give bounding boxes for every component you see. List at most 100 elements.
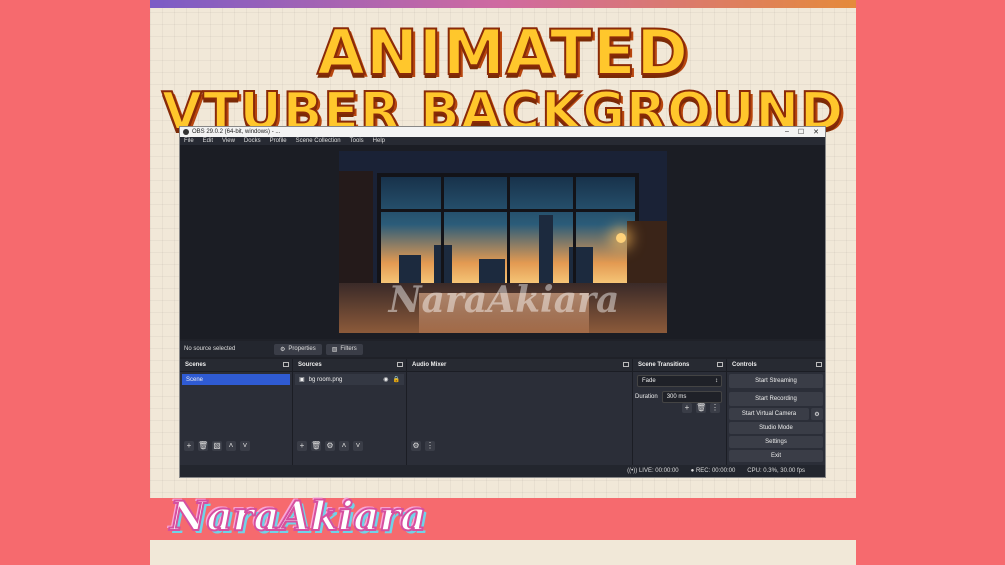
- popout-icon[interactable]: [283, 362, 289, 367]
- start-recording-button[interactable]: Start Recording: [729, 392, 823, 406]
- trash-icon[interactable]: 🗑: [311, 441, 321, 451]
- sources-title: Sources: [298, 362, 322, 368]
- virtual-camera-settings-icon[interactable]: ⚙: [811, 408, 823, 420]
- menu-scene-collection[interactable]: Scene Collection: [296, 138, 341, 144]
- move-up-icon[interactable]: ˄: [339, 441, 349, 451]
- context-bar: No source selected ⚙ Properties ▧ Filter…: [180, 341, 825, 357]
- window-frame: [573, 173, 576, 287]
- close-button[interactable]: ✕: [813, 128, 819, 136]
- gradient-top-bar: [150, 0, 856, 8]
- popout-icon[interactable]: [623, 362, 629, 367]
- obs-window: OBS 29.0.2 (64-bit, windows) - ... – ☐ ✕…: [179, 126, 826, 478]
- maximize-button[interactable]: ☐: [798, 128, 804, 136]
- exit-button[interactable]: Exit: [729, 450, 823, 462]
- filter-icon: ▧: [331, 346, 338, 353]
- bookshelf-left: [339, 171, 373, 291]
- gear-icon[interactable]: ⚙: [325, 441, 335, 451]
- obs-logo-icon: [183, 129, 189, 135]
- preview-canvas[interactable]: NaraAkiara: [180, 145, 825, 339]
- menu-profile[interactable]: Profile: [270, 138, 287, 144]
- scene-item[interactable]: Scene: [182, 374, 290, 385]
- settings-button[interactable]: Settings: [729, 436, 823, 448]
- title-bar: OBS 29.0.2 (64-bit, windows) - ... – ☐ ✕: [180, 127, 825, 137]
- more-options-icon[interactable]: ⋮: [710, 403, 720, 413]
- scene-transitions-title: Scene Transitions: [638, 362, 690, 368]
- menu-help[interactable]: Help: [373, 138, 385, 144]
- studio-mode-button[interactable]: Studio Mode: [729, 422, 823, 434]
- move-down-icon[interactable]: ˅: [240, 441, 250, 451]
- controls-title: Controls: [732, 362, 757, 368]
- audio-mixer-dock: Audio Mixer ⚙ ⋮: [407, 359, 633, 465]
- window-title: OBS 29.0.2 (64-bit, windows) - ...: [192, 129, 281, 135]
- menu-bar: File Edit View Docks Profile Scene Colle…: [180, 137, 825, 145]
- move-up-icon[interactable]: ˄: [226, 441, 236, 451]
- lock-icon[interactable]: 🔒: [393, 376, 400, 383]
- rec-time: REC: 00:00:00: [695, 468, 736, 474]
- sources-dock-header: Sources: [293, 359, 406, 372]
- minimize-button[interactable]: –: [785, 128, 789, 136]
- filters-button[interactable]: ▧ Filters: [325, 343, 363, 355]
- watermark: NaraAkiara: [388, 279, 620, 321]
- rec-status: ● REC: 00:00:00: [691, 468, 736, 474]
- duration-value: 300 ms: [666, 394, 687, 400]
- filter-icon[interactable]: ▧: [212, 441, 222, 451]
- source-item[interactable]: ▣ bg room.png ◉ 🔒: [295, 374, 404, 385]
- audio-mixer-title: Audio Mixer: [412, 362, 447, 368]
- chevron-updown-icon: ↕: [715, 378, 718, 384]
- filters-label: Filters: [340, 346, 357, 352]
- duration-row: Duration 300 ms: [635, 391, 722, 403]
- properties-label: Properties: [288, 346, 316, 352]
- image-icon: ▣: [299, 377, 305, 383]
- properties-button[interactable]: ⚙ Properties: [274, 343, 322, 355]
- window-frame: [377, 173, 381, 287]
- window-controls: – ☐ ✕: [785, 128, 825, 136]
- live-status: ((•)) LIVE: 00:00:00: [627, 468, 678, 474]
- duration-label: Duration: [635, 394, 658, 400]
- trash-icon[interactable]: 🗑: [696, 403, 706, 413]
- audio-mixer-header: Audio Mixer: [407, 359, 632, 372]
- dock-area: Scenes Scene + 🗑 ▧ ˄ ˅ Sources ▣ bg room…: [180, 359, 825, 465]
- audio-settings-icon[interactable]: ⚙: [411, 441, 421, 451]
- add-scene-button[interactable]: +: [184, 441, 194, 451]
- scenes-toolbar: + 🗑 ▧ ˄ ˅: [184, 441, 250, 451]
- menu-tools[interactable]: Tools: [350, 138, 364, 144]
- sources-dock: Sources ▣ bg room.png ◉ 🔒 + 🗑 ⚙ ˄ ˅: [293, 359, 407, 465]
- menu-view[interactable]: View: [222, 138, 235, 144]
- broadcast-icon: ((•)): [627, 468, 638, 474]
- bottom-strip: [150, 540, 856, 565]
- brand-logo: NaraAkiara: [169, 492, 427, 541]
- transition-select-value: Fade: [642, 378, 656, 384]
- scenes-dock: Scenes Scene + 🗑 ▧ ˄ ˅: [180, 359, 293, 465]
- window-frame: [507, 173, 510, 287]
- add-transition-button[interactable]: +: [682, 403, 692, 413]
- move-down-icon[interactable]: ˅: [353, 441, 363, 451]
- desk-lamp: [616, 233, 626, 243]
- controls-dock: Controls Start Streaming Start Recording…: [727, 359, 825, 465]
- sources-toolbar: + 🗑 ⚙ ˄ ˅: [297, 441, 363, 451]
- trash-icon[interactable]: 🗑: [198, 441, 208, 451]
- popout-icon[interactable]: [717, 362, 723, 367]
- transition-select[interactable]: Fade ↕: [637, 375, 722, 387]
- gear-icon: ⚙: [280, 346, 286, 353]
- menu-file[interactable]: File: [184, 138, 194, 144]
- headline-line-1: ANIMATED: [316, 16, 689, 89]
- menu-edit[interactable]: Edit: [203, 138, 213, 144]
- scene-transitions-dock: Scene Transitions Fade ↕ Duration 300 ms…: [633, 359, 727, 465]
- cpu-status: CPU: 0.3%, 30.00 fps: [747, 468, 805, 474]
- window-frame: [441, 173, 444, 287]
- popout-icon[interactable]: [397, 362, 403, 367]
- scene-preview-image: NaraAkiara: [339, 151, 667, 333]
- add-source-button[interactable]: +: [297, 441, 307, 451]
- scenes-dock-header: Scenes: [180, 359, 292, 372]
- start-virtual-camera-button[interactable]: Start Virtual Camera: [729, 408, 809, 420]
- duration-input[interactable]: 300 ms: [661, 391, 722, 403]
- eye-icon[interactable]: ◉: [383, 376, 388, 383]
- no-source-label: No source selected: [184, 346, 236, 352]
- scene-transitions-header: Scene Transitions: [633, 359, 726, 372]
- popout-icon[interactable]: [816, 362, 822, 367]
- controls-header: Controls: [727, 359, 825, 372]
- menu-docks[interactable]: Docks: [244, 138, 261, 144]
- virtual-camera-row: Start Virtual Camera ⚙: [729, 408, 823, 420]
- start-streaming-button[interactable]: Start Streaming: [729, 374, 823, 388]
- more-options-icon[interactable]: ⋮: [425, 441, 435, 451]
